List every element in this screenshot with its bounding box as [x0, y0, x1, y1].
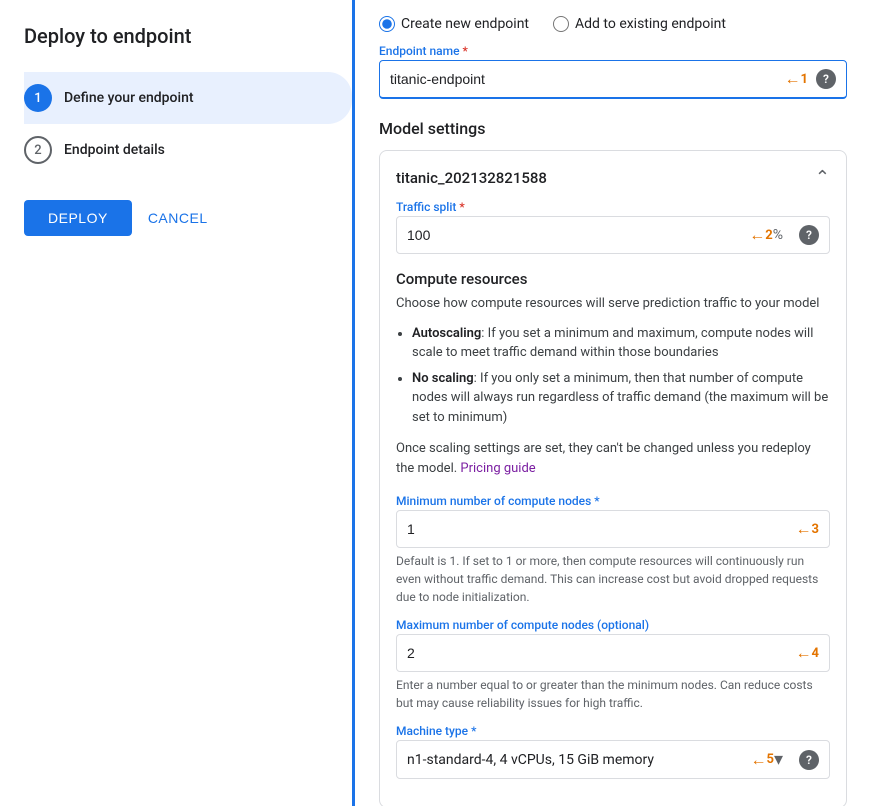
traffic-split-input[interactable]: [407, 227, 749, 243]
model-card: titanic_202132821588 ⌃ Traffic split * ←…: [379, 150, 847, 806]
traffic-help-icon[interactable]: ?: [799, 225, 819, 245]
create-new-radio[interactable]: [379, 16, 395, 32]
compute-resources-title: Compute resources: [396, 270, 830, 288]
compute-resources-desc: Choose how compute resources will serve …: [396, 294, 830, 314]
min-nodes-input[interactable]: [407, 521, 796, 537]
model-settings-title: Model settings: [379, 119, 847, 138]
step-1[interactable]: 1 Define your endpoint: [24, 72, 352, 124]
model-card-header: titanic_202132821588 ⌃: [396, 167, 830, 188]
annotation-arrow-4: ←: [796, 643, 812, 663]
bullet-no-scaling: No scaling: If you only set a minimum, t…: [412, 369, 830, 428]
max-nodes-hint: Enter a number equal to or greater than …: [396, 676, 830, 712]
endpoint-name-field: Endpoint name * ← 1 ?: [379, 44, 847, 99]
annotation-num-2: 2: [765, 228, 772, 243]
sidebar: Deploy to endpoint 1 Define your endpoin…: [0, 0, 355, 806]
endpoint-type-options: Create new endpoint Add to existing endp…: [379, 0, 847, 44]
step-1-label: Define your endpoint: [64, 90, 194, 106]
add-existing-radio[interactable]: [553, 16, 569, 32]
action-buttons: DEPLOY CANCEL: [24, 200, 352, 236]
traffic-split-label: Traffic split *: [396, 200, 830, 214]
machine-type-field: Machine type * n1-standard-4, 4 vCPUs, 1…: [396, 724, 830, 779]
pricing-note: Once scaling settings are set, they can'…: [396, 439, 830, 478]
min-nodes-input-wrap: ← 3: [396, 510, 830, 548]
cancel-button[interactable]: CANCEL: [148, 200, 208, 236]
max-nodes-label: Maximum number of compute nodes (optiona…: [396, 618, 830, 632]
annotation-num-1: 1: [801, 72, 808, 87]
step-2[interactable]: 2 Endpoint details: [24, 124, 352, 176]
deploy-button[interactable]: DEPLOY: [24, 200, 132, 236]
machine-type-help-icon[interactable]: ?: [799, 750, 819, 770]
min-nodes-label: Minimum number of compute nodes *: [396, 494, 830, 508]
compute-bullets: Autoscaling: If you set a minimum and ma…: [412, 324, 830, 428]
annotation-num-4: 4: [812, 646, 819, 661]
annotation-arrow-3: ←: [796, 519, 812, 539]
min-nodes-field: Minimum number of compute nodes * ← 3 De…: [396, 494, 830, 606]
bullet-autoscaling: Autoscaling: If you set a minimum and ma…: [412, 324, 830, 363]
annotation-arrow-5: ←: [750, 750, 766, 770]
step-2-circle: 2: [24, 136, 52, 164]
annotation-num-5: 5: [766, 752, 773, 767]
traffic-suffix: %: [773, 227, 783, 243]
page-title: Deploy to endpoint: [24, 24, 352, 48]
pricing-guide-link[interactable]: Pricing guide: [460, 461, 535, 476]
annotation-arrow-2: ←: [749, 225, 765, 245]
endpoint-name-help-icon[interactable]: ?: [816, 69, 836, 89]
min-nodes-hint: Default is 1. If set to 1 or more, then …: [396, 552, 830, 606]
endpoint-name-input-wrap: ← 1 ?: [379, 60, 847, 99]
max-nodes-field: Maximum number of compute nodes (optiona…: [396, 618, 830, 712]
endpoint-name-input[interactable]: [390, 71, 785, 87]
max-nodes-input-wrap: ← 4: [396, 634, 830, 672]
machine-type-label: Machine type *: [396, 724, 830, 738]
create-new-option[interactable]: Create new endpoint: [379, 16, 529, 32]
machine-type-value[interactable]: n1-standard-4, 4 vCPUs, 15 GiB memory: [407, 752, 750, 768]
endpoint-name-label: Endpoint name *: [379, 44, 847, 58]
max-nodes-input[interactable]: [407, 645, 796, 661]
machine-type-input-wrap: n1-standard-4, 4 vCPUs, 15 GiB memory ← …: [396, 740, 830, 779]
traffic-split-input-wrap: ← 2 % ?: [396, 216, 830, 254]
step-1-circle: 1: [24, 84, 52, 112]
collapse-icon[interactable]: ⌃: [815, 167, 830, 188]
annotation-arrow-1: ←: [785, 69, 801, 89]
machine-type-dropdown-icon[interactable]: ▾: [774, 749, 783, 770]
annotation-num-3: 3: [812, 522, 819, 537]
model-name: titanic_202132821588: [396, 169, 547, 187]
step-2-label: Endpoint details: [64, 142, 165, 158]
traffic-split-field: Traffic split * ← 2 % ?: [396, 200, 830, 254]
add-existing-option[interactable]: Add to existing endpoint: [553, 16, 726, 32]
main-content: Create new endpoint Add to existing endp…: [355, 0, 871, 806]
